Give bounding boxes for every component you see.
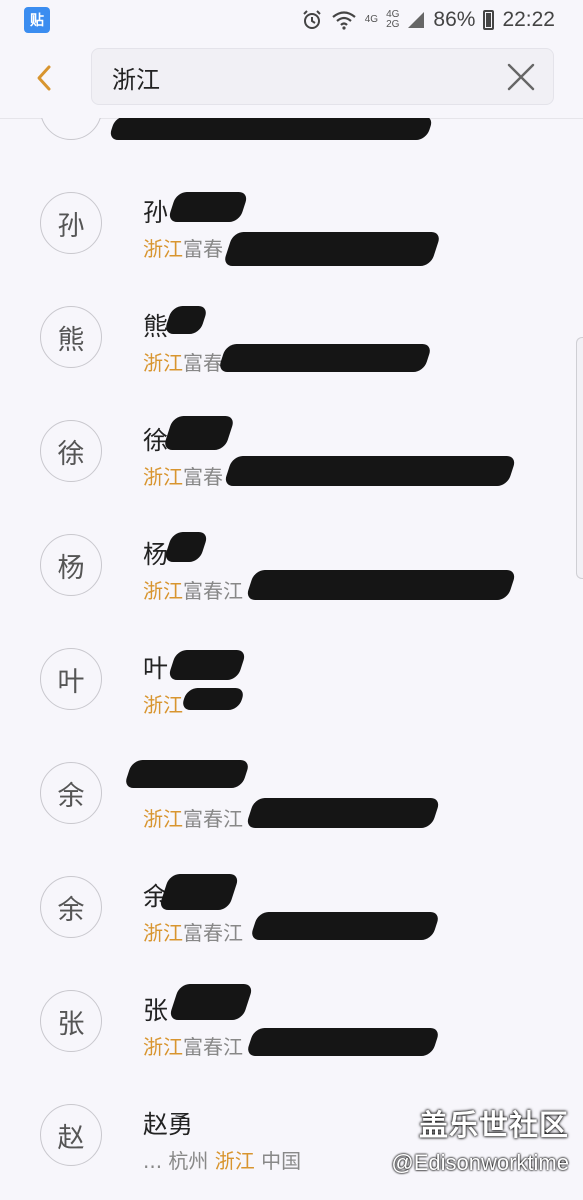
back-button[interactable] — [24, 58, 64, 98]
contact-name: 叶 — [143, 654, 169, 683]
list-item[interactable]: 余 浙江富春江 — [0, 736, 583, 850]
match-highlight: 浙江 — [143, 807, 183, 831]
detail-rest: 富春 — [183, 351, 223, 375]
redaction-mark — [163, 532, 209, 562]
redaction-mark — [245, 798, 441, 828]
match-highlight: 浙江 — [143, 351, 183, 375]
match-highlight: 浙江 — [143, 579, 183, 603]
avatar: 徐 — [40, 420, 102, 482]
detail-rest: 富春 — [183, 237, 223, 261]
contact-name: 张 — [143, 996, 169, 1025]
search-input[interactable] — [110, 49, 484, 106]
detail-rest: 富春江 — [183, 807, 243, 831]
list-item[interactable] — [0, 118, 583, 172]
avatar: 孙 — [40, 192, 102, 254]
match-highlight: 浙江 — [143, 465, 183, 489]
contact-detail: 浙江 — [143, 689, 183, 718]
avatar — [40, 118, 102, 140]
detail-rest: 富春 — [183, 465, 223, 489]
list-item[interactable]: 余 余 浙江富春江 — [0, 850, 583, 964]
redaction-mark — [158, 874, 240, 910]
list-item[interactable]: 徐 徐 浙江富春 — [0, 394, 583, 508]
scroll-handle[interactable] — [576, 337, 583, 579]
watermark-author: @Edisonworktime — [391, 1150, 569, 1175]
contact-detail: 浙江富春江 — [143, 917, 243, 946]
avatar: 熊 — [40, 306, 102, 368]
search-field[interactable] — [91, 48, 554, 106]
contact-results-list: 孙 孙 浙江富春 熊 熊 浙江富春 徐 徐 浙江富春 杨 杨 浙江富春江 叶 叶… — [0, 118, 583, 1200]
contact-name: 孙 — [143, 198, 169, 227]
list-item[interactable]: 杨 杨 浙江富春江 — [0, 508, 583, 622]
contact-name: 杨 — [143, 540, 169, 569]
battery-percent: 86% — [433, 8, 476, 31]
redaction-mark — [223, 456, 517, 486]
redaction-mark — [167, 192, 249, 222]
avatar: 余 — [40, 876, 102, 938]
contact-detail: 浙江富春江 — [143, 1031, 243, 1060]
redaction-mark — [162, 416, 236, 450]
watermark-title: 盖乐世社区 — [418, 1108, 569, 1142]
battery-icon — [483, 10, 495, 30]
wifi-icon — [332, 11, 356, 30]
avatar: 杨 — [40, 534, 102, 596]
detail-rest: 富春江 — [183, 579, 243, 603]
signal-icon — [408, 12, 425, 28]
contact-detail: 浙江富春 — [143, 461, 223, 490]
list-item[interactable]: 张 张 浙江富春江 — [0, 964, 583, 1078]
clock: 22:22 — [502, 8, 555, 31]
match-highlight: 浙江 — [143, 237, 183, 261]
avatar: 张 — [40, 990, 102, 1052]
status-bar: 贴 4G 4G 2G 86% 22:22 — [0, 0, 583, 40]
contact-detail: 浙江富春江 — [143, 575, 243, 604]
list-item[interactable]: 熊 熊 浙江富春 — [0, 280, 583, 394]
network-type-2: 4G 2G — [386, 9, 400, 30]
status-indicators: 4G 4G 2G 86% 22:22 — [301, 8, 555, 32]
detail-rest: 中国 — [254, 1149, 302, 1173]
list-item[interactable]: 叶 叶 浙江 — [0, 622, 583, 736]
contact-name: 徐 — [143, 426, 169, 455]
redaction-mark — [180, 688, 246, 710]
chevron-left-icon — [37, 65, 51, 91]
contact-detail: ... 杭州 浙江 中国 — [143, 1145, 301, 1174]
match-highlight: 浙江 — [143, 1035, 183, 1059]
redaction-mark — [222, 232, 442, 266]
contact-name: 熊 — [143, 312, 169, 341]
contact-detail: 浙江富春 — [143, 347, 223, 376]
redaction-mark — [167, 650, 247, 680]
avatar: 余 — [40, 762, 102, 824]
match-highlight: 浙江 — [143, 921, 183, 945]
redaction-mark — [108, 118, 434, 140]
redaction-mark — [217, 344, 433, 372]
match-highlight: 浙江 — [143, 693, 183, 717]
network-type-1: 4G — [364, 14, 379, 25]
avatar: 叶 — [40, 648, 102, 710]
match-highlight: 浙江 — [214, 1149, 255, 1173]
app-notification-icon: 贴 — [24, 7, 50, 33]
redaction-mark — [163, 306, 209, 334]
search-header — [0, 40, 583, 119]
detail-prefix: ... 杭州 — [143, 1149, 215, 1173]
redaction-mark — [249, 912, 441, 940]
redaction-mark — [123, 760, 251, 788]
detail-rest: 富春江 — [183, 921, 243, 945]
close-icon[interactable] — [505, 61, 537, 93]
detail-rest: 富春江 — [183, 1035, 243, 1059]
list-item[interactable]: 孙 孙 浙江富春 — [0, 166, 583, 280]
redaction-mark — [168, 984, 254, 1020]
contact-detail: 浙江富春江 — [143, 803, 243, 832]
redaction-mark — [245, 570, 517, 600]
contact-name: 赵勇 — [143, 1110, 194, 1139]
contact-detail: 浙江富春 — [143, 233, 223, 262]
redaction-mark — [245, 1028, 441, 1056]
alarm-icon — [303, 10, 321, 29]
avatar: 赵 — [40, 1104, 102, 1166]
